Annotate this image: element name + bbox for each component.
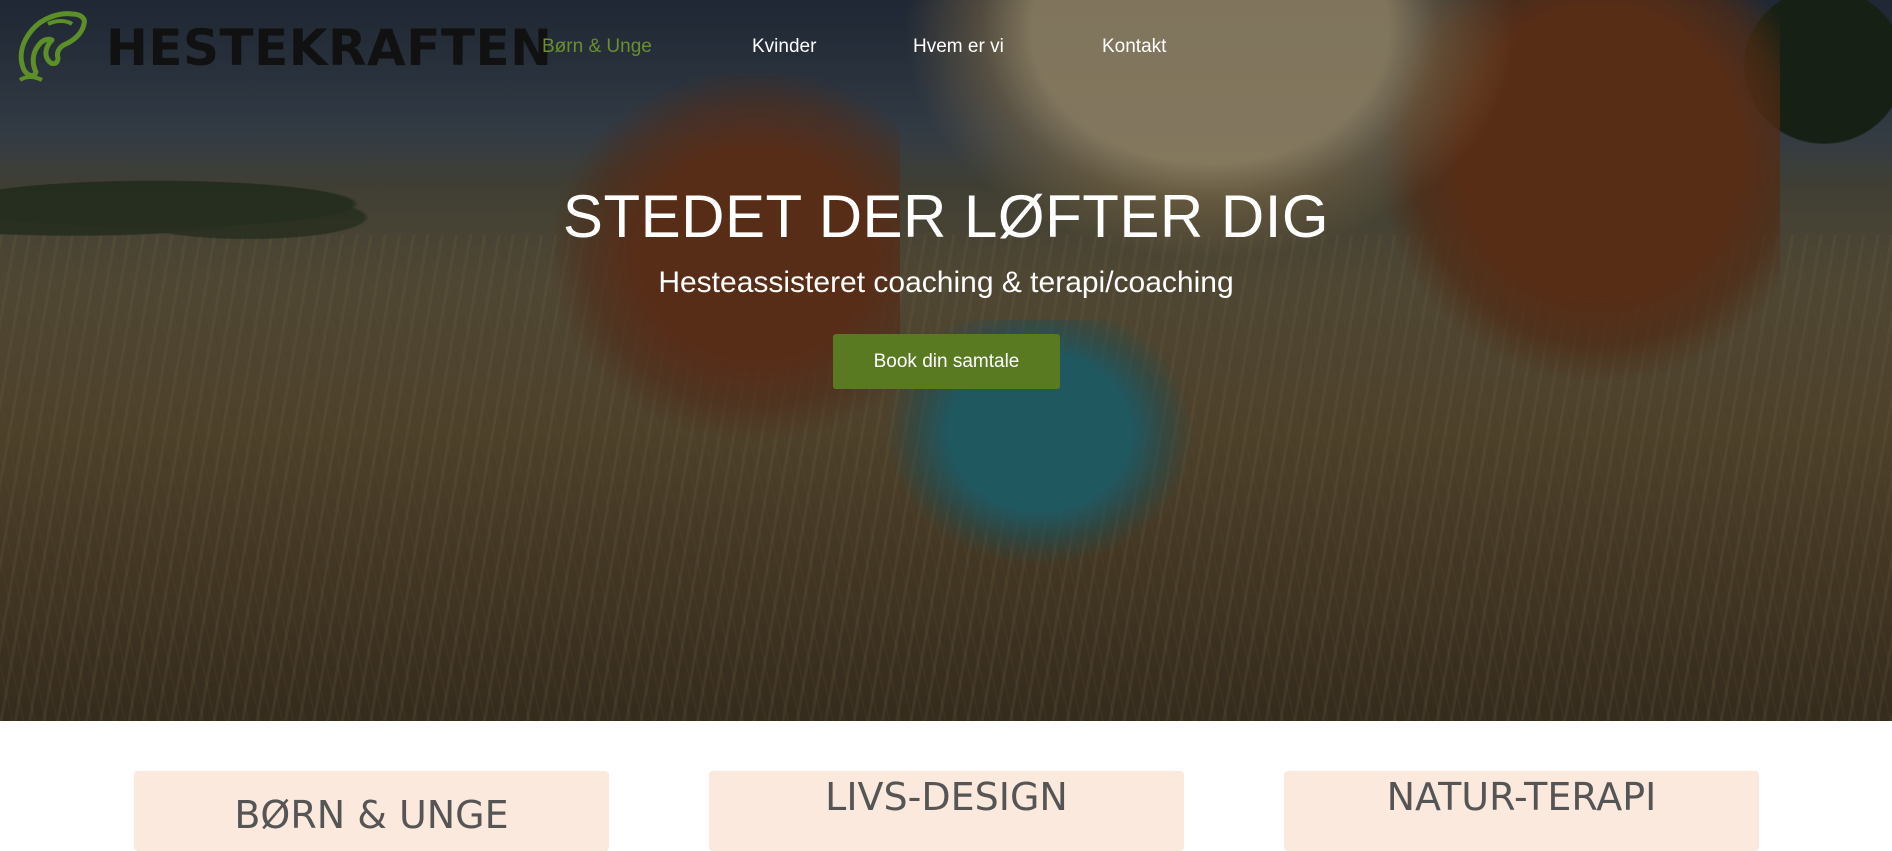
book-conversation-button[interactable]: Book din samtale: [833, 334, 1060, 389]
card-livs-design[interactable]: LIVS-DESIGN: [709, 771, 1184, 851]
nav-item-hvem-er-vi[interactable]: Hvem er vi: [913, 36, 1004, 58]
hero-section: STEDET DER LØFTER DIG Hesteassisteret co…: [0, 0, 1892, 721]
card-title: BØRN & UNGE: [234, 793, 509, 837]
brand-logo-link[interactable]: HESTEKRAFTEN: [12, 10, 552, 82]
brand-name: HESTEKRAFTEN: [106, 19, 553, 77]
card-natur-terapi[interactable]: NATUR-TERAPI: [1284, 771, 1759, 851]
horse-head-logo-icon: [18, 11, 87, 82]
nav-item-kontakt[interactable]: Kontakt: [1102, 36, 1166, 58]
hero-subtitle: Hesteassisteret coaching & terapi/coachi…: [658, 266, 1234, 299]
card-title: NATUR-TERAPI: [1386, 775, 1657, 819]
nav-item-born-unge[interactable]: Børn & Unge: [542, 36, 652, 58]
card-born-unge[interactable]: BØRN & UNGE: [134, 771, 609, 851]
hero-title: STEDET DER LØFTER DIG: [562, 183, 1330, 250]
nav-item-kvinder[interactable]: Kvinder: [752, 36, 816, 58]
card-title: LIVS-DESIGN: [825, 775, 1068, 819]
